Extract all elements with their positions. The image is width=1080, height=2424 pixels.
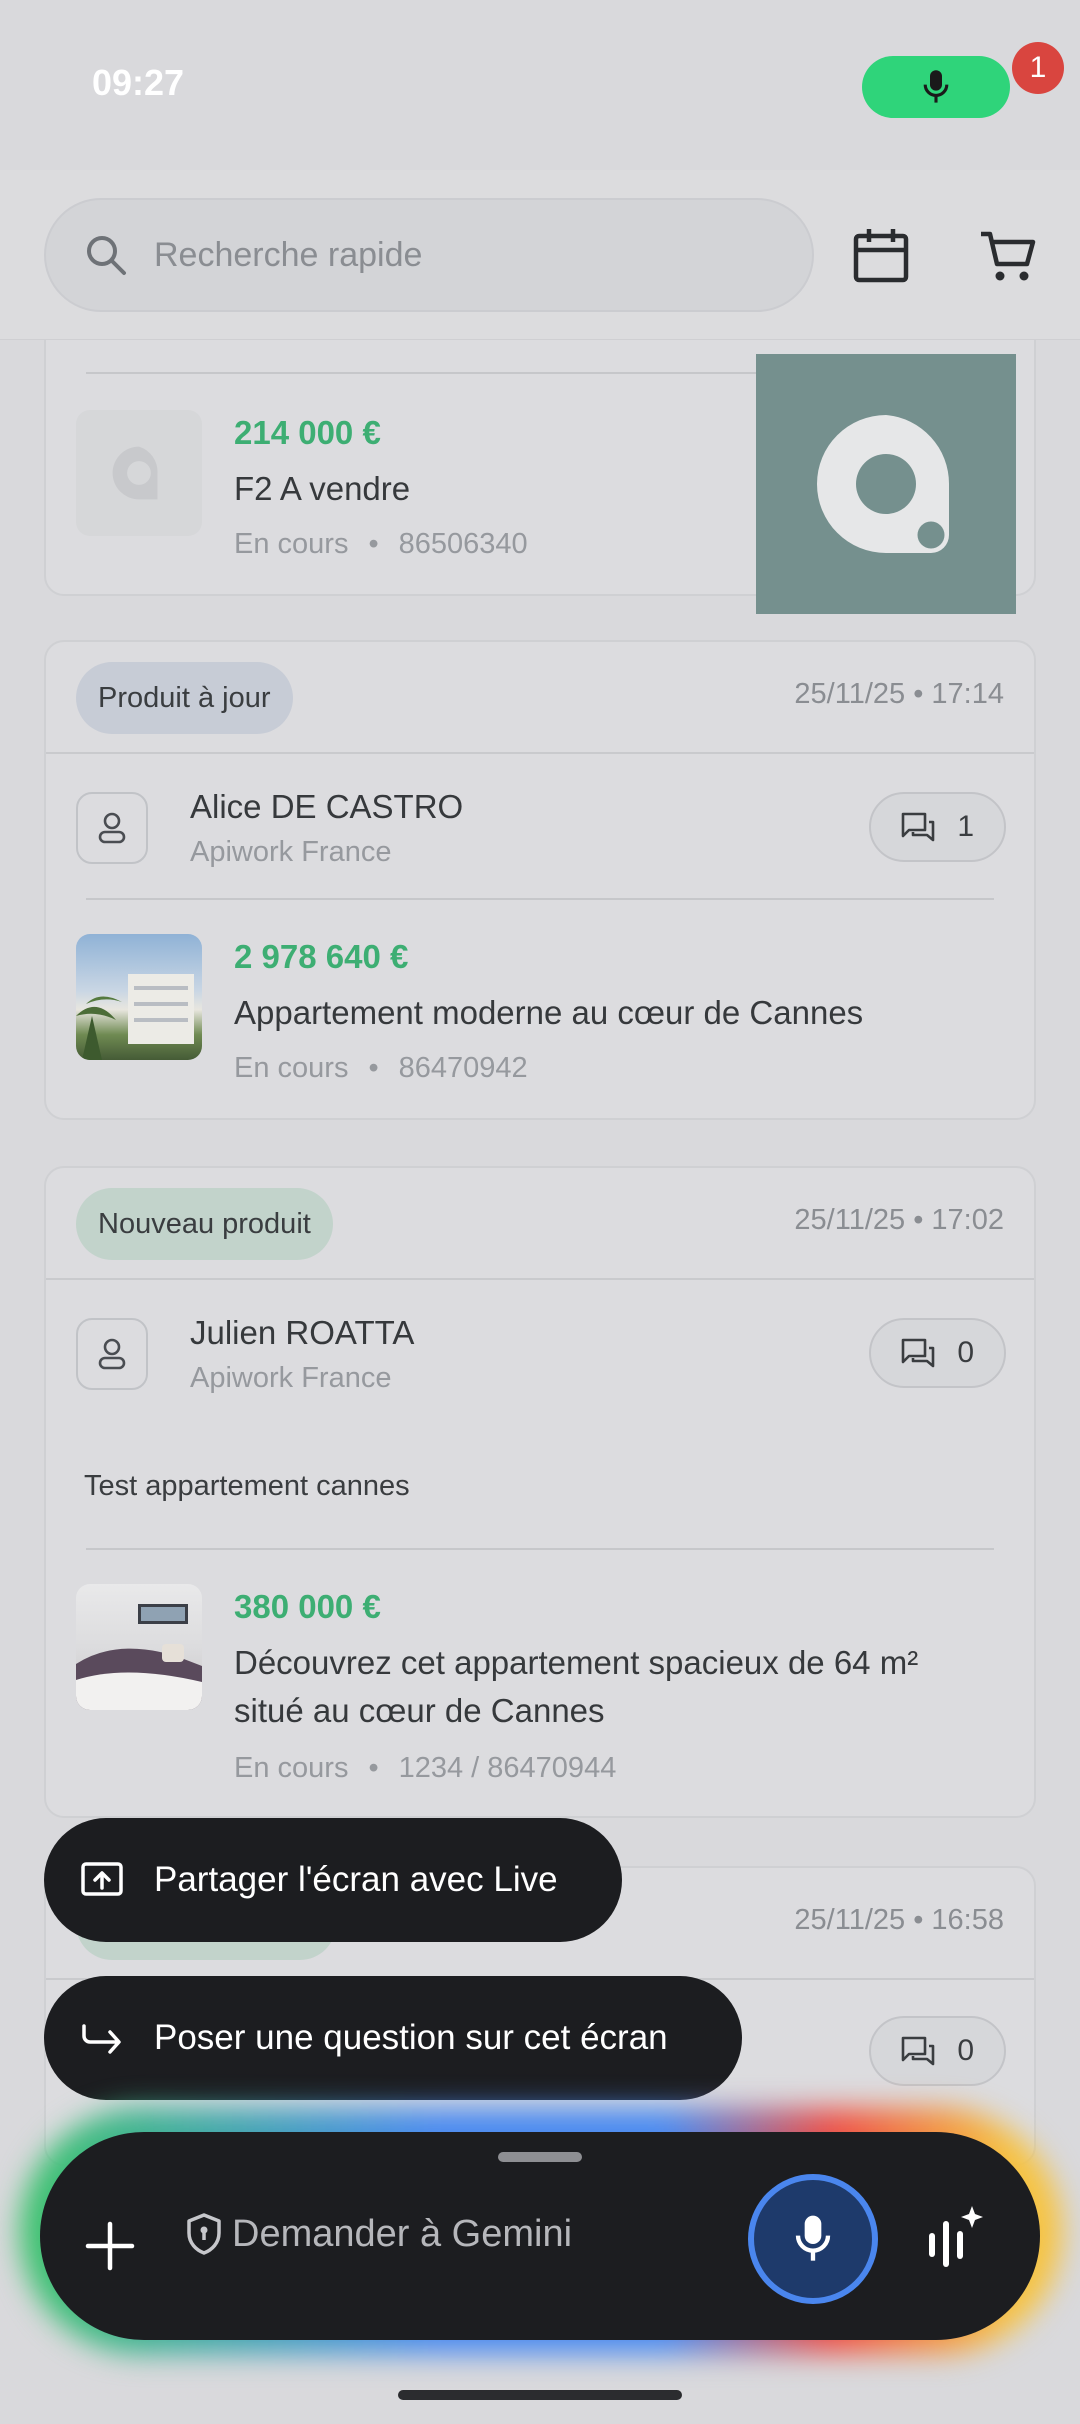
product-card[interactable]: Produit à jour 25/11/25 • 17:14 Alice DE…: [44, 640, 1036, 1120]
product-status: En cours: [234, 1052, 349, 1084]
chat-icon: [902, 1338, 935, 1368]
product-price: 380 000 €: [234, 1588, 381, 1625]
gemini-live-button[interactable]: [920, 2202, 984, 2275]
microphone-icon: [795, 2215, 831, 2261]
plus-icon: [85, 2221, 135, 2271]
calendar-button[interactable]: [852, 226, 910, 289]
person-company: Apiwork France: [190, 1362, 392, 1394]
product-reference: 86506340: [398, 528, 528, 560]
gemini-input-bar: Demander à Gemini: [40, 2132, 1040, 2340]
search-icon: [87, 236, 126, 275]
apiwork-logo: [756, 354, 1016, 614]
avatar: [76, 1318, 148, 1390]
gemini-live-icon: [929, 2206, 983, 2267]
avatar: [76, 792, 148, 864]
cart-icon: [981, 231, 1036, 281]
user-icon: [98, 812, 126, 844]
product-title-line-1: Découvrez cet appartement spacieux de 64…: [234, 1644, 919, 1681]
product-meta: En cours • 86506340: [234, 528, 528, 560]
apartment-photo: [76, 974, 194, 1060]
product-status: En cours: [234, 1752, 349, 1784]
chat-icon: [902, 812, 935, 842]
product-meta: En cours • 1234 / 86470944: [234, 1752, 617, 1784]
product-price: 214 000 €: [234, 414, 381, 451]
product-title-line-2: situé au cœur de Cannes: [234, 1692, 605, 1729]
share-screen-live-button[interactable]: Partager l'écran avec Live: [44, 1818, 622, 1942]
card-note: Test appartement cannes: [84, 1470, 410, 1502]
home-indicator[interactable]: [398, 2390, 682, 2400]
product-title: F2 A vendre: [234, 470, 411, 507]
ask-about-screen-button[interactable]: Poser une question sur cet écran: [44, 1976, 742, 2100]
status-bar: 09:27: [0, 0, 1080, 170]
calendar-icon: [853, 229, 909, 283]
product-reference: 86470942: [398, 1052, 528, 1084]
product-status: En cours: [234, 528, 349, 560]
share-screen-live-label: Partager l'écran avec Live: [154, 1860, 558, 1899]
card-date: 25/11/25 • 17:02: [794, 1204, 1004, 1236]
person-name: Julien ROATTA: [190, 1314, 415, 1351]
comments-button[interactable]: 0: [869, 2016, 1006, 2086]
shield-icon: [187, 2213, 221, 2255]
apiwork-logo-icon: [112, 446, 158, 500]
comments-button[interactable]: 0: [869, 1318, 1006, 1388]
person-company: Apiwork France: [190, 836, 392, 868]
search-input[interactable]: Recherche rapide: [44, 198, 814, 312]
mic-active-indicator[interactable]: [862, 56, 1010, 118]
gemini-prompt-input[interactable]: Demander à Gemini: [184, 2212, 572, 2256]
chat-icon: [902, 2036, 935, 2066]
status-tag: Produit à jour: [76, 662, 293, 734]
product-thumbnail: [76, 410, 202, 536]
add-button[interactable]: [84, 2220, 136, 2277]
product-meta: En cours • 86470942: [234, 1052, 528, 1084]
comment-count: 1: [957, 810, 974, 843]
card-date: 25/11/25 • 17:14: [794, 678, 1004, 710]
product-thumbnail: [76, 1584, 202, 1710]
cart-button[interactable]: [978, 226, 1038, 291]
status-tag: Nouveau produit: [76, 1188, 333, 1260]
person-name: Alice DE CASTRO: [190, 788, 464, 825]
gemini-mic-button[interactable]: [748, 2174, 878, 2304]
search-placeholder: Recherche rapide: [154, 235, 423, 274]
comment-count: 0: [957, 1336, 974, 1369]
card-date: 25/11/25 • 16:58: [794, 1904, 1004, 1936]
product-price: 2 978 640 €: [234, 938, 409, 975]
microphone-icon: [923, 70, 949, 103]
product-thumbnail: [76, 934, 202, 1060]
divider: [86, 1548, 994, 1550]
forward-arrow-icon: [82, 2024, 121, 2054]
gemini-placeholder: Demander à Gemini: [232, 2212, 573, 2255]
comments-button[interactable]: 1: [869, 792, 1006, 862]
bedroom-photo: [76, 1604, 202, 1710]
card-header: Nouveau produit 25/11/25 • 17:02: [46, 1168, 1034, 1280]
app-header: Recherche rapide: [0, 170, 1080, 340]
product-title: Appartement moderne au cœur de Cannes: [234, 994, 864, 1031]
product-reference: 1234 / 86470944: [398, 1752, 617, 1784]
user-icon: [98, 1338, 126, 1370]
product-card[interactable]: Nouveau produit 25/11/25 • 17:02 Julien …: [44, 1166, 1036, 1818]
cart-count-badge: 1: [1012, 42, 1064, 94]
card-header: Produit à jour 25/11/25 • 17:14: [46, 642, 1034, 754]
drag-handle[interactable]: [498, 2152, 582, 2162]
screen-share-icon: [81, 1862, 123, 1896]
apiwork-logo-icon: [817, 415, 950, 553]
ask-about-screen-label: Poser une question sur cet écran: [154, 2018, 668, 2057]
comment-count: 0: [957, 2034, 974, 2067]
divider: [86, 898, 994, 900]
status-time: 09:27: [92, 62, 185, 103]
